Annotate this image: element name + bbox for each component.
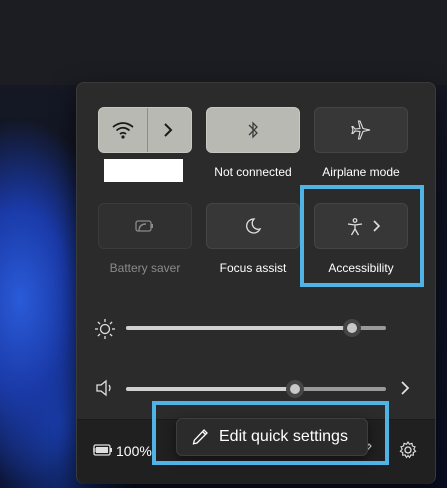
battery-saver-tile[interactable] [98,203,192,249]
chevron-right-icon[interactable] [399,380,411,396]
battery-saver-label: Battery saver [109,261,181,275]
battery-saver-icon [133,217,157,235]
airplane-icon [350,119,372,141]
wifi-network-label [104,159,183,182]
battery-percentage[interactable]: 100% [116,443,152,459]
volume-slider-fill [126,387,295,391]
accessibility-highlight-box [300,185,424,287]
wifi-icon[interactable] [111,120,135,140]
brightness-slider-fill [126,326,353,330]
focus-assist-label: Focus assist [219,261,287,275]
bluetooth-label: Not connected [214,165,292,179]
airplane-mode-label: Airplane mode [322,165,400,179]
focus-assist-tile[interactable] [206,203,300,249]
bluetooth-tile[interactable] [206,107,300,153]
brightness-slider-thumb[interactable] [343,319,362,337]
desktop-top-band [0,0,447,85]
airplane-mode-tile[interactable] [314,107,408,153]
speaker-icon[interactable] [95,379,115,397]
brightness-slider[interactable] [126,319,386,337]
wifi-tile-divider [147,108,148,152]
volume-slider[interactable] [126,380,386,398]
volume-slider-thumb[interactable] [286,380,304,398]
chevron-right-icon[interactable] [161,122,175,138]
moon-icon [243,216,263,236]
edit-quick-settings-highlight-box [152,401,389,465]
wifi-tile[interactable] [98,107,192,153]
battery-charging-icon[interactable] [92,442,114,458]
sun-icon [94,318,116,340]
bluetooth-icon [246,120,260,140]
gear-icon[interactable] [398,440,418,460]
